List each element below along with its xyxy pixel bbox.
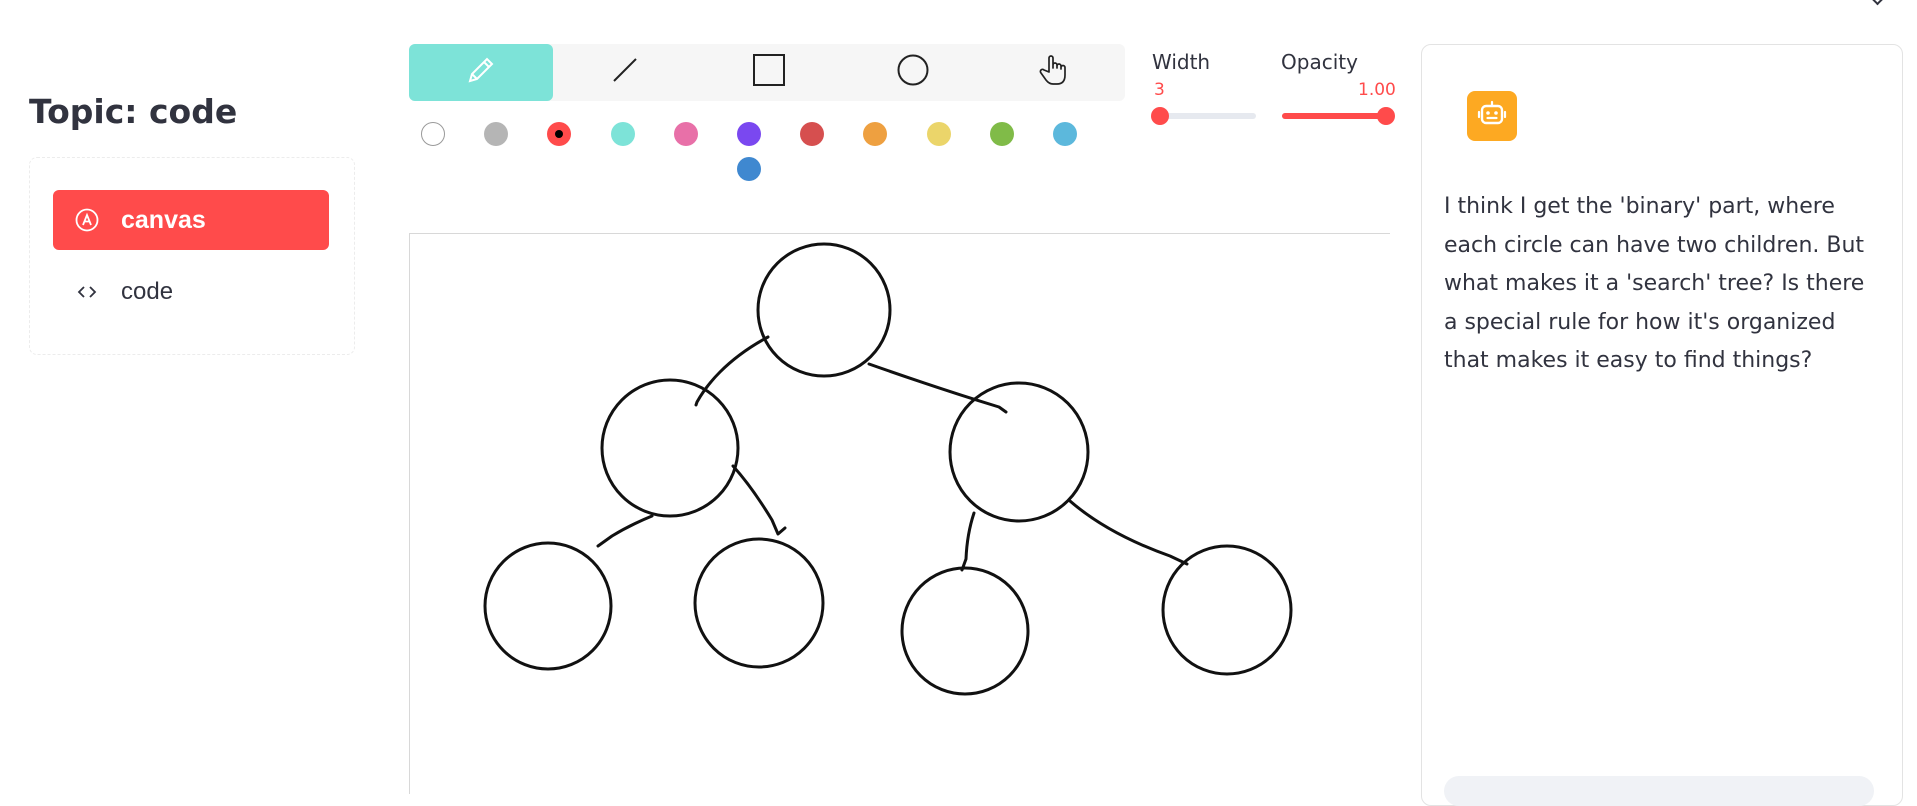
line-icon <box>610 55 640 90</box>
nav-item-code[interactable]: code <box>53 262 329 322</box>
color-swatch[interactable] <box>421 122 445 146</box>
nav-item-canvas[interactable]: canvas <box>53 190 329 250</box>
drawn-edge <box>867 362 1008 414</box>
nav-menu <box>29 157 355 355</box>
opacity-value: 1.00 <box>1358 80 1396 100</box>
color-swatch[interactable] <box>673 122 698 146</box>
pencil-icon <box>464 53 498 92</box>
color-swatch[interactable] <box>989 122 1014 146</box>
color-swatch[interactable] <box>610 122 635 146</box>
drawn-edge <box>694 335 770 407</box>
tool-rectangle-button[interactable] <box>697 44 841 101</box>
tool-transform-button[interactable] <box>981 44 1125 101</box>
rectangle-icon <box>752 53 786 92</box>
color-swatch[interactable] <box>926 122 951 146</box>
nav-item-label: canvas <box>121 205 206 234</box>
chat-panel <box>1421 44 1903 806</box>
page-title: Topic: code <box>29 92 238 131</box>
drawn-circle-root <box>756 242 892 378</box>
drawn-edge <box>960 511 976 572</box>
color-swatch[interactable] <box>737 122 761 146</box>
drawn-circle-lr <box>693 537 825 669</box>
width-value: 3 <box>1154 80 1165 100</box>
color-swatch[interactable] <box>863 122 888 146</box>
circle-icon <box>896 53 930 92</box>
canvas-drawing <box>483 242 1293 696</box>
drawn-circle-ll <box>483 541 613 671</box>
tool-line-button[interactable] <box>553 44 697 101</box>
drawn-circle-left <box>600 378 740 518</box>
top-right-control[interactable] <box>1790 0 1890 6</box>
color-swatch[interactable] <box>800 122 825 146</box>
opacity-slider-thumb[interactable] <box>1377 107 1395 125</box>
tool-freedraw-button[interactable] <box>409 44 553 101</box>
chat-message: I think I get the 'binary' part, where e… <box>1444 194 1865 373</box>
drawn-circle-right <box>948 381 1090 523</box>
nav-item-label: code <box>121 278 174 305</box>
chat-input[interactable] <box>1444 776 1874 806</box>
drawing-canvas[interactable] <box>409 233 1390 794</box>
color-swatch[interactable] <box>737 157 761 181</box>
width-slider-track[interactable] <box>1160 113 1256 119</box>
drawn-edge <box>731 464 787 536</box>
pen-circle-icon <box>75 208 99 232</box>
color-swatch[interactable] <box>1053 122 1077 146</box>
drawn-circle-rr <box>1161 544 1293 676</box>
opacity-slider-fill <box>1282 113 1386 119</box>
color-swatch[interactable] <box>484 122 509 146</box>
hand-pointer-icon <box>1036 53 1070 92</box>
code-brackets-icon <box>75 280 99 304</box>
width-slider-thumb[interactable] <box>1151 107 1169 125</box>
top-right-chevron-icon <box>1869 0 1886 6</box>
robot-icon <box>1477 99 1507 134</box>
drawn-edge <box>596 514 654 548</box>
tool-circle-button[interactable] <box>841 44 985 101</box>
avatar <box>1467 91 1517 141</box>
drawn-circle-rl <box>900 566 1030 696</box>
drawn-edge <box>1068 499 1189 566</box>
opacity-label: Opacity <box>1281 50 1358 74</box>
color-swatch[interactable] <box>547 122 572 146</box>
width-label: Width <box>1152 50 1211 74</box>
